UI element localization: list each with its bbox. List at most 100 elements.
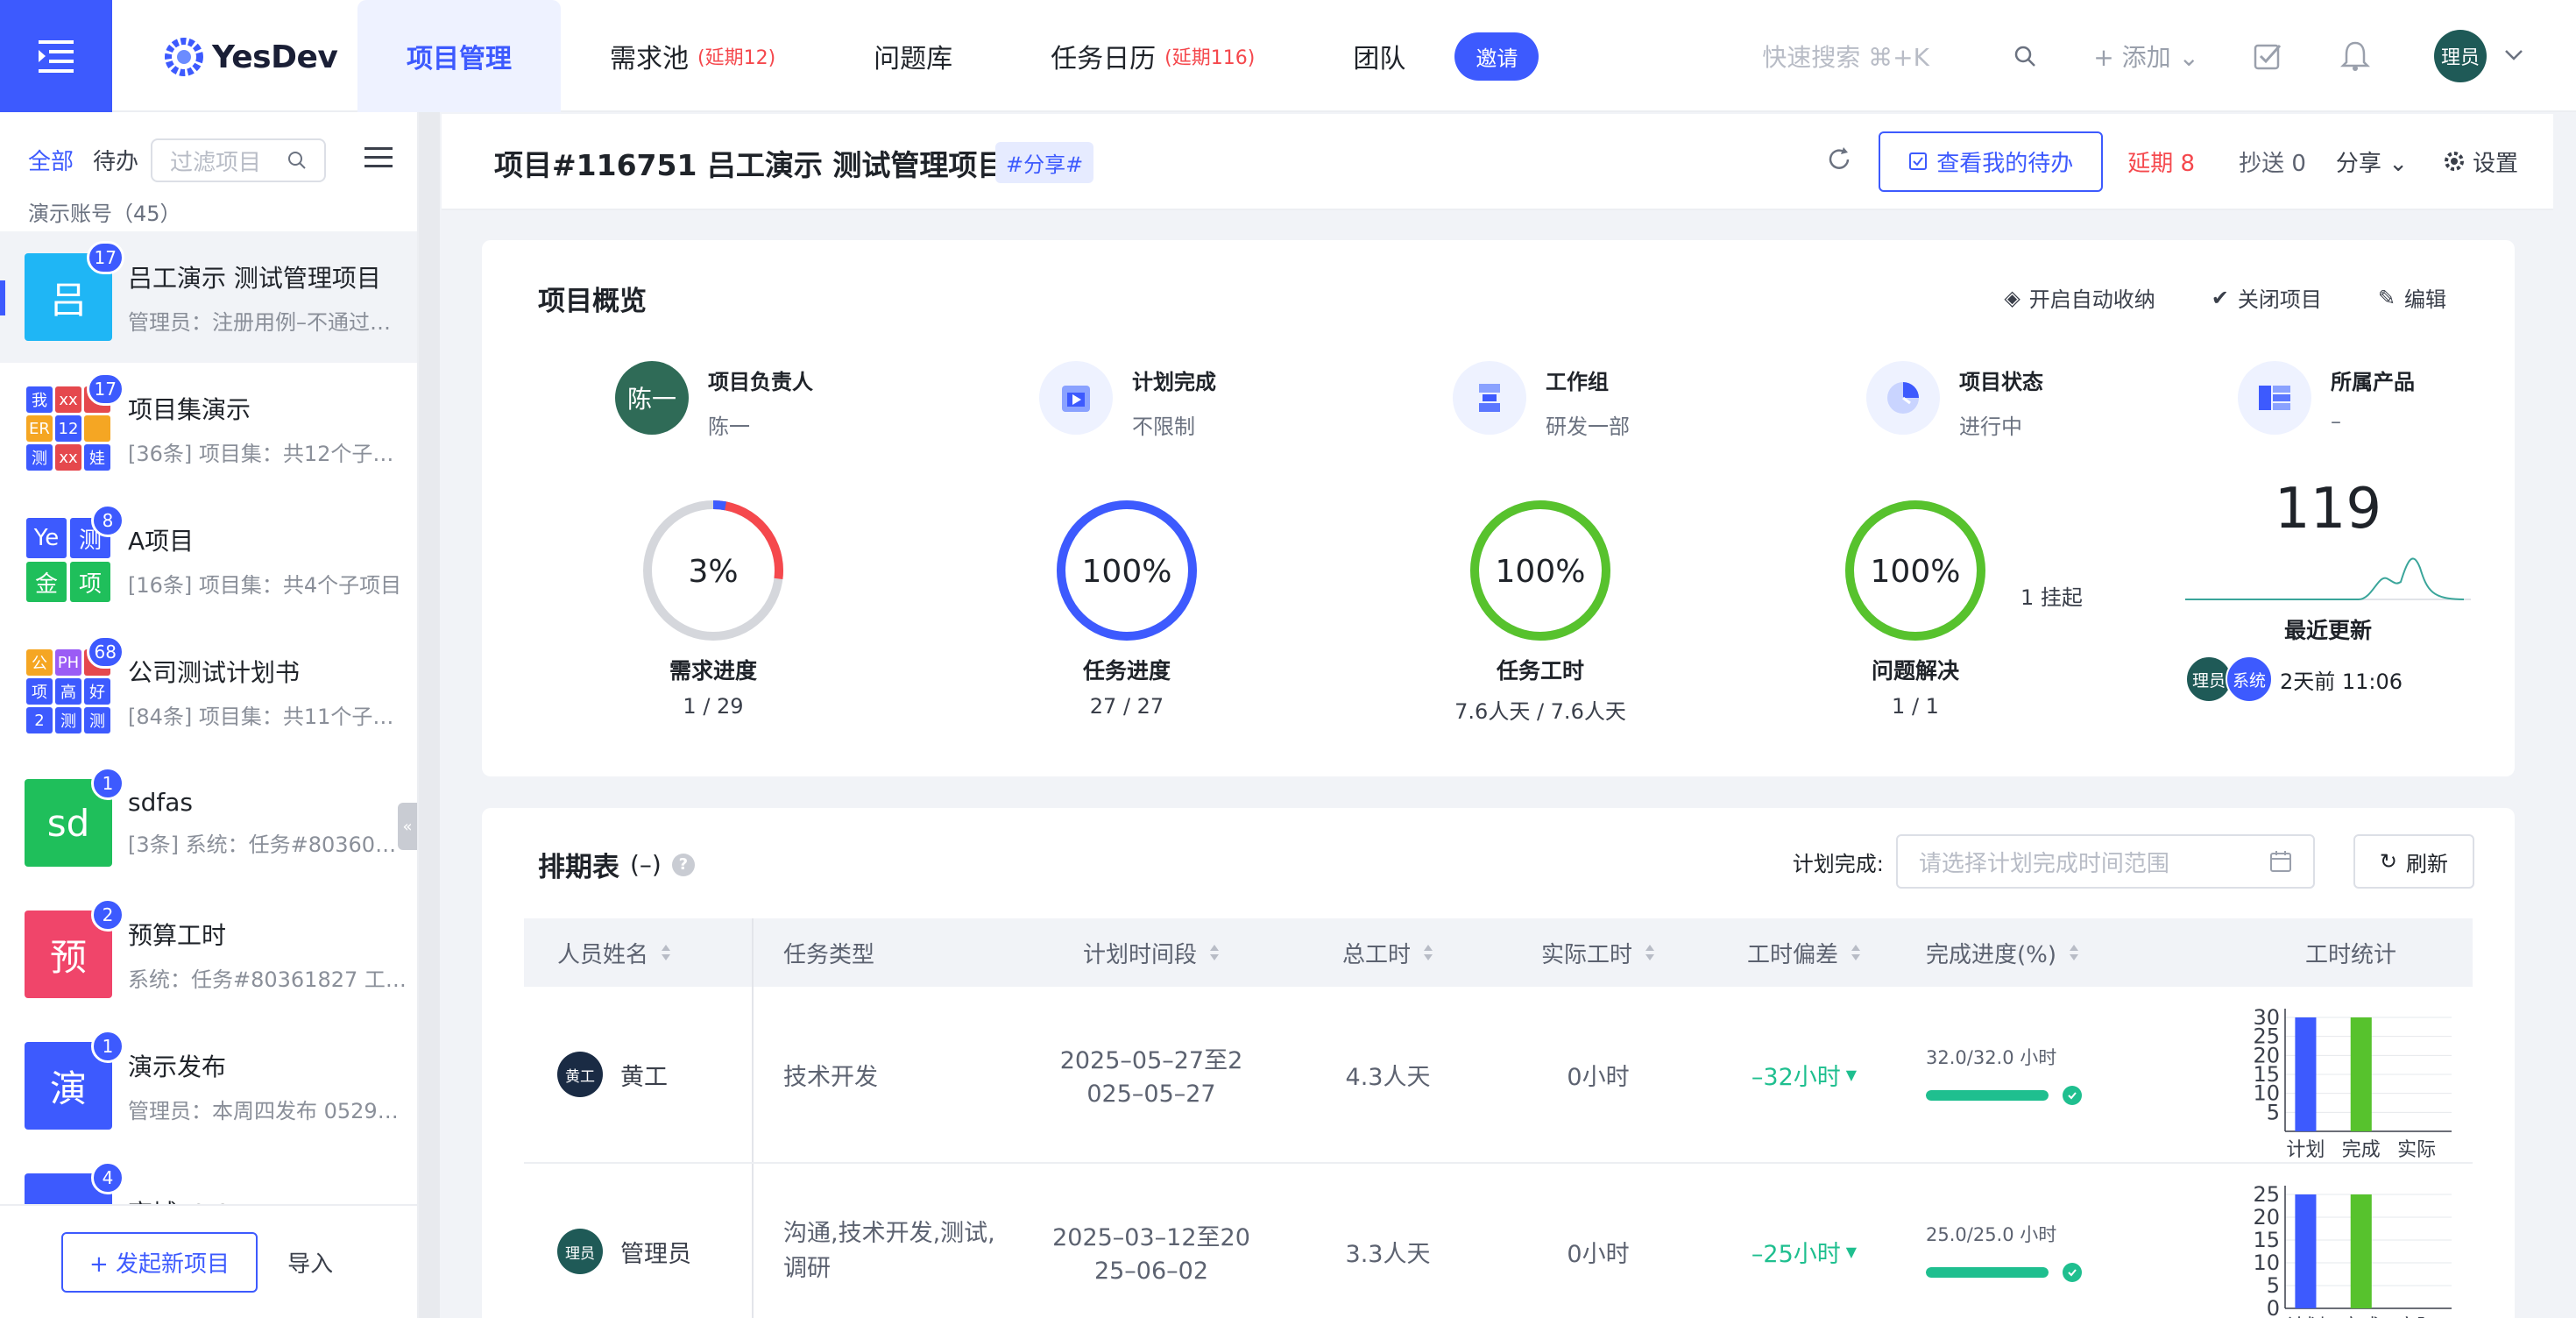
quick-search-input[interactable]: 快速搜索 ⌘+K (1762, 39, 1981, 74)
avatar-cell: Ye (26, 518, 67, 558)
nav-issues[interactable]: 问题库 (824, 0, 1001, 112)
project-item[interactable]: Ye 测 金 项 8 A项目 [16条] 项目集：共4个子项目 (0, 494, 417, 626)
project-item[interactable]: 演 1 演示发布 管理员：本周四发布 0529… (0, 1020, 417, 1151)
table-row[interactable]: 理员 管理员 沟通,技术开发,测试,调研 2025–03–12至20 25–06–0… (524, 1164, 2473, 1318)
project-title: 项目#116751 吕工演示 测试管理项目 (494, 148, 1007, 182)
nav-requirements[interactable]: 需求池 (延期12) (561, 0, 824, 112)
auto-collapse-button[interactable]: ◈ 开启自动收纳 (2004, 282, 2155, 313)
share-label: 分享 (2335, 150, 2381, 177)
period-cell: 2025–05–27至2 025–05–27 (1020, 1041, 1283, 1108)
invite-button[interactable]: 邀请 (1454, 32, 1539, 81)
settings-button[interactable]: 设置 (2443, 145, 2518, 178)
column-label: 计划时间段 (1082, 941, 1197, 968)
view-my-todo-button[interactable]: 查看我的待办 (1879, 131, 2104, 192)
bar-完成 (2350, 1194, 2372, 1308)
top-right-tools: 快速搜索 ⌘+K + 添加 ⌄ 理员 (1762, 0, 2523, 112)
import-link[interactable]: 导入 (287, 1246, 333, 1279)
task-hours[interactable]: 100% 任务工时 7.6人天 / 7.6人天 (1426, 496, 1654, 725)
help-icon[interactable]: ? (671, 853, 695, 876)
refresh-icon[interactable] (1826, 146, 1852, 176)
late-count-link[interactable]: 延期 8 (2127, 145, 2195, 178)
issue-resolution[interactable]: 100% 问题解决 1 / 1 (1801, 496, 2029, 719)
hours-bar-chart: 30252015105计划 完成 实际 (2253, 1005, 2452, 1158)
project-desc: 管理员：本周四发布 0529… (128, 1098, 399, 1123)
avatar-cell: xx (55, 386, 81, 413)
date-range-input[interactable]: 请选择计划完成时间范围 (1895, 834, 2315, 889)
refresh-button[interactable]: ↻ 刷新 (2353, 834, 2474, 889)
chevron-down-icon[interactable] (2504, 48, 2523, 65)
avatar-text: 演 (49, 1066, 87, 1110)
project-item[interactable]: 我 xx ER 12 测 xx 娃 17 项目集演示 [36条] 项目集：共12个… (0, 363, 417, 494)
progress-cell: 25.0/25.0 小时 (1905, 1221, 2229, 1282)
project-avatar: 预 2 (25, 898, 124, 998)
account-label: 演示账号（45） (28, 202, 181, 226)
late-count: (延期116) (1164, 47, 1256, 69)
info-value: 研发一部 (1546, 415, 1630, 439)
bell-icon[interactable] (2336, 37, 2374, 75)
add-label: + 添加 (2093, 43, 2171, 72)
checkbox-todo-icon[interactable] (2248, 37, 2287, 75)
close-project-button[interactable]: ✔ 关闭项目 (2212, 282, 2322, 313)
cc-count-link[interactable]: 抄送 0 (2239, 145, 2306, 178)
list-menu-icon[interactable] (364, 147, 393, 172)
x-tick-label: 计划 (2286, 1139, 2325, 1158)
y-tick-label: 15 (2253, 1228, 2280, 1252)
deviation-cell[interactable]: –32小时 ▼ (1703, 1058, 1905, 1092)
schedule-title: 排期表 (–) ? (538, 845, 695, 884)
column-header[interactable]: 人员姓名 (524, 918, 754, 987)
avatar-cell: 公 (26, 649, 53, 676)
info-value: 进行中 (1959, 415, 2022, 439)
bar-计划 (2295, 1017, 2317, 1131)
project-item[interactable]: 公 PH 项 高 好 2 测 测 68 公司测试计划书 [84条] 项目集：共11… (0, 626, 417, 757)
project-item[interactable]: sd 1 sdfas [3条] 系统：任务#803601… (0, 757, 417, 889)
filter-project-input[interactable]: 过滤项目 (151, 138, 326, 182)
column-header[interactable]: 实际工时 (1493, 937, 1703, 969)
filter-todo-tab[interactable]: 待办 (93, 144, 138, 176)
eye-icon: ◈ (2004, 285, 2020, 310)
user-avatar[interactable]: 理员 (2434, 30, 2487, 82)
search-icon[interactable] (2006, 37, 2044, 75)
task-progress[interactable]: 100% 任务进度 27 / 27 (1013, 496, 1241, 719)
share-tag[interactable]: #分享# (995, 142, 1094, 183)
column-header[interactable]: 计划时间段 (1020, 937, 1283, 969)
avatar-cell: PH (55, 649, 81, 676)
y-tick-label: 25 (2253, 1182, 2280, 1207)
nav-task-calendar[interactable]: 任务日历 (延期116) (1001, 0, 1304, 112)
recent-updates[interactable]: 119 最近更新 理员 系统 2天前 11:06 (2183, 477, 2473, 703)
sidebar-scrollbar[interactable] (419, 112, 440, 1318)
nav-project-management[interactable]: 项目管理 (357, 0, 561, 112)
update-sparkline (2185, 557, 2471, 600)
ring-sub: 1 / 1 (1892, 694, 1939, 719)
project-item[interactable]: 吕 17 吕工演示 测试管理项目 管理员：注册用例–不通过… (0, 231, 417, 363)
actual-hours-cell: 0小时 (1567, 1240, 1630, 1268)
add-button[interactable]: + 添加 ⌄ (2093, 39, 2199, 74)
requirement-progress[interactable]: 3% 需求进度 1 / 29 (599, 496, 827, 719)
calendar-icon (2269, 851, 2291, 872)
period-line: 2025–05–27至2 (1059, 1047, 1243, 1074)
progress-bar (1926, 1267, 2049, 1278)
project-item[interactable]: 预 2 预算工时 系统：任务#80361827 工… (0, 889, 417, 1020)
count-badge: 1 (91, 1030, 124, 1063)
update-label: 最近更新 (2283, 618, 2372, 643)
column-label: 工时偏差 (1746, 941, 1838, 968)
table-row[interactable]: 黄工 黄工 技术开发 2025–05–27至2 025–05–27 4.3人天 0小… (524, 987, 2473, 1164)
nav-team[interactable]: 团队 (1304, 0, 1454, 112)
edit-icon: ✎ (2377, 285, 2396, 310)
menu-toggle-button[interactable] (0, 0, 112, 112)
filter-all-tab[interactable]: 全部 (28, 144, 74, 176)
period-cell: 2025–03–12至20 25–06–02 (1020, 1218, 1283, 1285)
column-header[interactable]: 总工时 (1283, 937, 1493, 969)
column-header[interactable]: 完成进度(%) (1905, 937, 2229, 969)
sort-icon (662, 945, 671, 960)
overview-title: 项目概览 (538, 286, 647, 317)
filter-label: 计划完成: (1792, 851, 1884, 876)
edit-button[interactable]: ✎ 编辑 (2378, 282, 2446, 313)
logo[interactable]: YesDev (165, 35, 338, 79)
share-dropdown[interactable]: 分享 ⌄ (2336, 145, 2408, 178)
deviation-cell[interactable]: –25小时 ▼ (1703, 1235, 1905, 1269)
hang-up-count[interactable]: 1 挂起 (2020, 580, 2083, 611)
column-header[interactable]: 工时偏差 (1703, 937, 1905, 969)
new-project-button[interactable]: + 发起新项目 (61, 1231, 258, 1293)
chevron-down-icon: ⌄ (2388, 150, 2408, 177)
collapse-sidebar-handle[interactable]: « (398, 803, 417, 850)
